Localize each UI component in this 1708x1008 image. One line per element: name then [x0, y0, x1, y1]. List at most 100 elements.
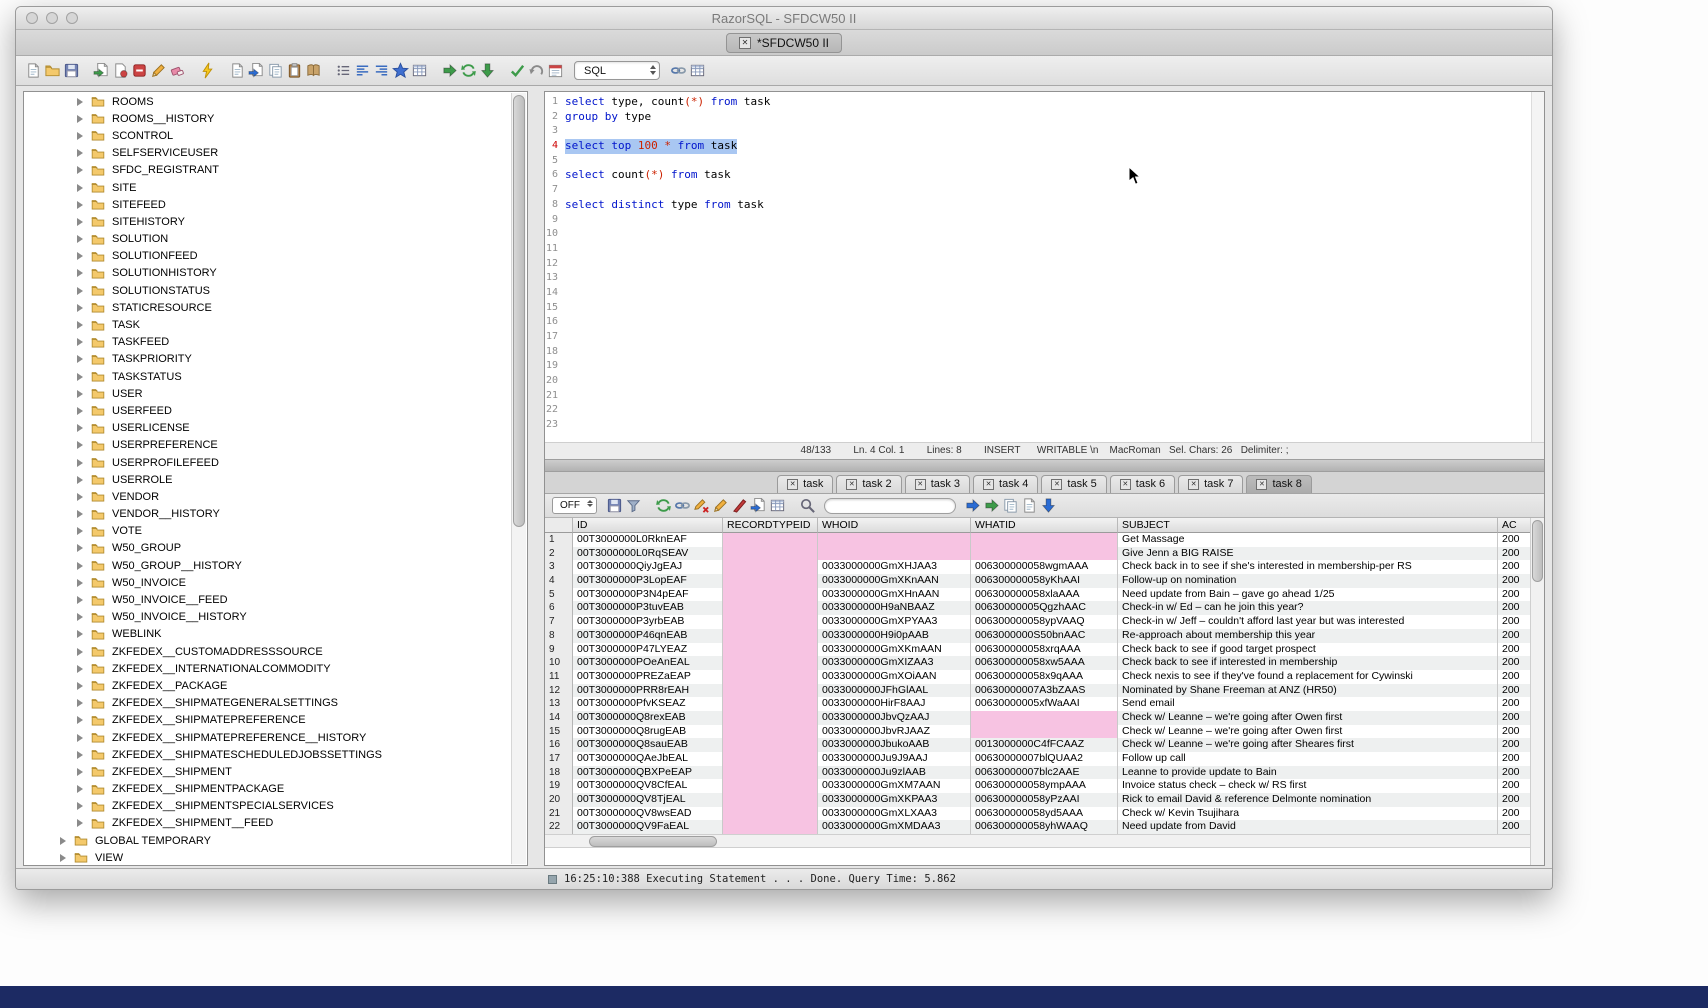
cell-ac[interactable]: 200 — [1498, 670, 1530, 684]
execute-all-icon[interactable] — [459, 61, 478, 80]
column-header-recordtypeid[interactable]: RECORDTYPEID — [723, 518, 818, 533]
disclosure-triangle-icon[interactable] — [77, 424, 83, 432]
cell-ac[interactable]: 200 — [1498, 779, 1530, 793]
cell-recordtypeid[interactable] — [723, 752, 818, 766]
code-line[interactable]: 5 — [545, 154, 1531, 169]
copy-rows-icon[interactable] — [1001, 496, 1020, 515]
execute-lightning-icon[interactable] — [198, 61, 217, 80]
sidebar-item-zkfedex-shipment[interactable]: ZKFEDEX__SHIPMENT — [24, 763, 511, 780]
page-icon[interactable] — [1020, 496, 1039, 515]
limit-spinner[interactable]: OFF — [552, 497, 597, 514]
table-row[interactable]: 1000T3000000POeAnEAL0033000000GmXIZAA300… — [545, 656, 1530, 670]
disclosure-triangle-icon[interactable] — [77, 459, 83, 467]
cell-whatid[interactable]: 00630000005xfWaAAI — [971, 697, 1118, 711]
cell-whoid[interactable]: 0033000000H9i0pAAB — [818, 629, 971, 643]
table-row[interactable]: 1100T3000000PREZaEAP0033000000GmXOiAAN00… — [545, 670, 1530, 684]
tab-close-icon[interactable]: ✕ — [1256, 479, 1267, 490]
cell-whatid[interactable]: 006300000058xlaAAA — [971, 588, 1118, 602]
disclosure-triangle-icon[interactable] — [77, 98, 83, 106]
copy-grid-icon[interactable] — [768, 496, 787, 515]
sidebar-item-weblink[interactable]: WEBLINK — [24, 626, 511, 643]
sidebar-scrollbar-thumb[interactable] — [513, 95, 525, 527]
history-calendar-icon[interactable] — [546, 61, 565, 80]
disclosure-triangle-icon[interactable] — [77, 630, 83, 638]
results-vscrollbar-thumb[interactable] — [1532, 520, 1543, 582]
horizontal-splitter[interactable] — [545, 459, 1544, 472]
column-header-whoid[interactable]: WHOID — [818, 518, 971, 533]
disclosure-triangle-icon[interactable] — [77, 579, 83, 587]
cell-whoid[interactable]: 0033000000JFhGlAAL — [818, 684, 971, 698]
cell-whoid[interactable]: 0033000000Ju9zlAAB — [818, 766, 971, 780]
disclosure-triangle-icon[interactable] — [77, 751, 83, 759]
statement-type-select[interactable]: SQL — [574, 61, 660, 80]
cell-subject[interactable]: Check back to see if good target prospec… — [1118, 643, 1498, 657]
cell-ac[interactable]: 200 — [1498, 752, 1530, 766]
disclosure-triangle-icon[interactable] — [77, 149, 83, 157]
sidebar-item-zkfedex-customaddresssource[interactable]: ZKFEDEX__CUSTOMADDRESSSOURCE — [24, 643, 511, 660]
sidebar-item-zkfedex-shipmatepreference-history[interactable]: ZKFEDEX__SHIPMATEPREFERENCE__HISTORY — [24, 729, 511, 746]
cell-whoid[interactable] — [818, 533, 971, 547]
cell-recordtypeid[interactable] — [723, 697, 818, 711]
cell-whatid[interactable]: 00630000007blc2AAE — [971, 766, 1118, 780]
disclosure-triangle-icon[interactable] — [77, 476, 83, 484]
disclosure-triangle-icon[interactable] — [77, 441, 83, 449]
table-row[interactable]: 900T3000000P47LYEAZ0033000000GmXKmAAN006… — [545, 643, 1530, 657]
cell-recordtypeid[interactable] — [723, 670, 818, 684]
cell-recordtypeid[interactable] — [723, 588, 818, 602]
describe-list-icon[interactable] — [334, 61, 353, 80]
export-file-icon[interactable] — [247, 61, 266, 80]
cell-ac[interactable]: 200 — [1498, 684, 1530, 698]
cell-whoid[interactable]: 0033000000GmXM7AAN — [818, 779, 971, 793]
sidebar-item-zkfedex-shipmatescheduledjobssettings[interactable]: ZKFEDEX__SHIPMATESCHEDULEDJOBSSETTINGS — [24, 746, 511, 763]
column-header-id[interactable]: ID — [573, 518, 723, 533]
link-results-icon[interactable] — [673, 496, 692, 515]
cell-id[interactable]: 00T3000000P47LYEAZ — [573, 643, 723, 657]
disclosure-triangle-icon[interactable] — [77, 768, 83, 776]
cell-id[interactable]: 00T3000000QAeJbEAL — [573, 752, 723, 766]
cell-subject[interactable]: Need update from David — [1118, 820, 1498, 834]
results-tab-task-6[interactable]: ✕task 6 — [1110, 475, 1175, 493]
cell-whatid[interactable]: 006300000058xw5AAA — [971, 656, 1118, 670]
cell-subject[interactable]: Follow-up on nomination — [1118, 574, 1498, 588]
sidebar-scrollbar[interactable] — [511, 93, 526, 864]
edit-file-icon[interactable] — [149, 61, 168, 80]
cell-whoid[interactable]: 0033000000HirF8AAJ — [818, 697, 971, 711]
cell-whatid[interactable]: 00630000007blQUAA2 — [971, 752, 1118, 766]
copy-icon[interactable] — [266, 61, 285, 80]
cell-subject[interactable]: Check-in w/ Jeff – couldn't afford last … — [1118, 615, 1498, 629]
code-line[interactable]: 9 — [545, 213, 1531, 228]
disclosure-triangle-icon[interactable] — [77, 338, 83, 346]
code-line[interactable]: 13 — [545, 271, 1531, 286]
cell-whoid[interactable]: 0033000000GmXKnAAN — [818, 574, 971, 588]
disclosure-triangle-icon[interactable] — [77, 734, 83, 742]
sidebar-item-zkfedex-shipmatepreference[interactable]: ZKFEDEX__SHIPMATEPREFERENCE — [24, 712, 511, 729]
cell-ac[interactable]: 200 — [1498, 738, 1530, 752]
fetch-down-icon[interactable] — [1039, 496, 1058, 515]
cell-whoid[interactable]: 0033000000GmXHnAAN — [818, 588, 971, 602]
cell-subject[interactable]: Follow up call — [1118, 752, 1498, 766]
code-line[interactable]: 21 — [545, 389, 1531, 404]
cell-whatid[interactable]: 006300000058yd5AAA — [971, 807, 1118, 821]
disclosure-triangle-icon[interactable] — [77, 201, 83, 209]
cell-whoid[interactable]: 0033000000JbvQzAAJ — [818, 711, 971, 725]
sidebar-item-solution[interactable]: SOLUTION — [24, 231, 511, 248]
results-tab-task-3[interactable]: ✕task 3 — [905, 475, 970, 493]
cell-whoid[interactable]: 0033000000JbukoAAB — [818, 738, 971, 752]
document-tab[interactable]: ✕ *SFDCW50 II — [726, 33, 842, 53]
cell-whoid[interactable]: 0033000000GmXMDAA3 — [818, 820, 971, 834]
cell-id[interactable]: 00T3000000QiyJgEAJ — [573, 560, 723, 574]
tab-close-icon[interactable]: ✕ — [915, 479, 926, 490]
sql-code-area[interactable]: 1select type, count(*) from task2group b… — [545, 92, 1531, 442]
table-row[interactable]: 600T3000000P3tuvEAB0033000000H9aNBAAZ006… — [545, 601, 1530, 615]
cell-whoid[interactable]: 0033000000GmXKmAAN — [818, 643, 971, 657]
edit-delete-icon[interactable] — [692, 496, 711, 515]
column-header-ac[interactable]: AC — [1498, 518, 1530, 533]
table-row[interactable]: 1700T3000000QAeJbEAL0033000000Ju9J9AAJ00… — [545, 752, 1530, 766]
code-line[interactable]: 7 — [545, 183, 1531, 198]
disclosure-triangle-icon[interactable] — [77, 321, 83, 329]
cell-ac[interactable]: 200 — [1498, 711, 1530, 725]
disclosure-triangle-icon[interactable] — [77, 665, 83, 673]
tab-close-icon[interactable]: ✕ — [846, 479, 857, 490]
sidebar-item-rooms-history[interactable]: ROOMS__HISTORY — [24, 110, 511, 127]
cell-ac[interactable]: 200 — [1498, 643, 1530, 657]
